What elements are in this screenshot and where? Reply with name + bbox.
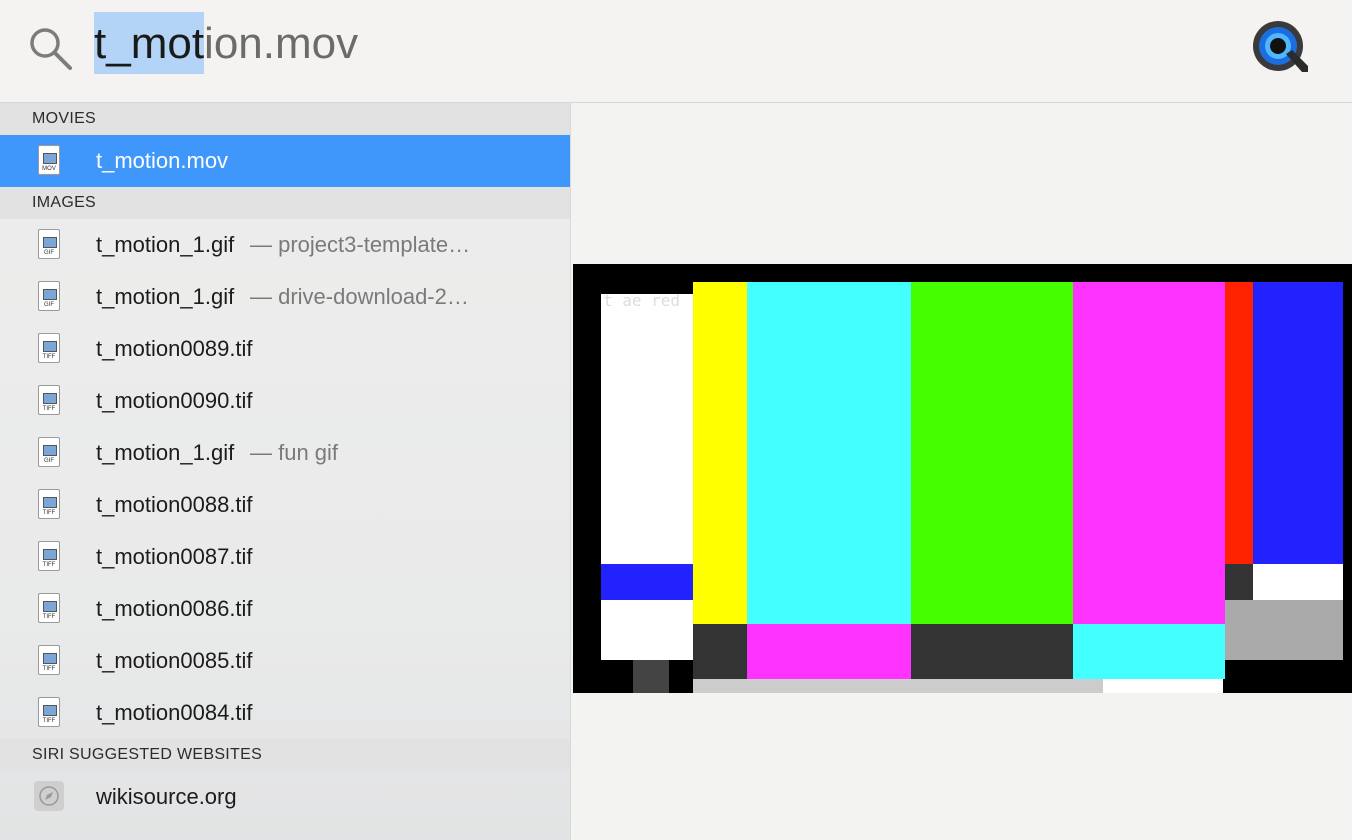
color-bar xyxy=(1225,282,1253,564)
result-row[interactable]: TIFF t_motion0090.tif xyxy=(0,375,570,427)
file-icon: TIFF xyxy=(34,645,64,679)
color-bar xyxy=(911,282,1073,624)
section-title: MOVIES xyxy=(32,110,97,127)
result-row[interactable]: TIFF t_motion0089.tif xyxy=(0,323,570,375)
result-row[interactable]: GIF t_motion_1.gif — fun gif xyxy=(0,427,570,479)
file-icon: TIFF xyxy=(34,593,64,627)
result-name: t_motion0087.tif xyxy=(96,544,253,569)
result-row[interactable]: TIFF t_motion0084.tif xyxy=(0,687,570,739)
result-row[interactable]: TIFF t_motion0085.tif xyxy=(0,635,570,687)
result-name: t_motion0088.tif xyxy=(96,492,253,517)
color-bar xyxy=(1253,282,1343,564)
spotlight-search-bar: t_motion.mov xyxy=(0,0,1352,103)
section-title: SIRI SUGGESTED WEBSITES xyxy=(32,746,263,763)
compass-icon xyxy=(34,781,64,815)
search-icon xyxy=(30,28,72,70)
file-icon: GIF xyxy=(34,437,64,471)
search-query-remainder: ion.mov xyxy=(204,19,359,68)
file-icon: TIFF xyxy=(34,541,64,575)
result-name: t_motion_1.gif xyxy=(96,440,235,465)
file-icon: TIFF xyxy=(34,333,64,367)
file-icon: GIF xyxy=(34,281,64,315)
file-icon: MOV xyxy=(34,145,64,179)
result-name: t_motion0084.tif xyxy=(96,700,253,725)
result-name: t_motion0090.tif xyxy=(96,388,253,413)
file-icon: GIF xyxy=(34,229,64,263)
file-icon: TIFF xyxy=(34,489,64,523)
color-bar xyxy=(693,282,747,624)
result-name: t_motion0085.tif xyxy=(96,648,253,673)
file-icon: TIFF xyxy=(34,697,64,731)
section-header-movies: MOVIES xyxy=(0,103,570,135)
color-bar xyxy=(601,294,693,564)
result-row[interactable]: GIF t_motion_1.gif — drive-download-2… xyxy=(0,271,570,323)
file-icon: TIFF xyxy=(34,385,64,419)
color-bar xyxy=(747,282,911,624)
search-input[interactable]: t_motion.mov xyxy=(94,12,358,76)
result-location: — drive-download-2… xyxy=(250,284,469,309)
result-name: t_motion_1.gif xyxy=(96,232,235,257)
section-header-images: IMAGES xyxy=(0,187,570,219)
result-name: t_motion0086.tif xyxy=(96,596,253,621)
result-row[interactable]: GIF t_motion_1.gif — project3-template… xyxy=(0,219,570,271)
color-bar xyxy=(1073,282,1225,624)
section-header-siri-websites: SIRI SUGGESTED WEBSITES xyxy=(0,739,570,771)
website-name: wikisource.org xyxy=(96,784,237,809)
result-row[interactable]: TIFF t_motion0087.tif xyxy=(0,531,570,583)
website-row[interactable]: wikisource.org xyxy=(0,771,570,823)
result-name: t_motion_1.gif xyxy=(96,284,235,309)
section-title: IMAGES xyxy=(32,194,97,211)
preview-pane: t ae red xyxy=(571,103,1352,840)
preview-overlay-text: t ae red xyxy=(603,291,680,310)
quicktime-icon xyxy=(1253,21,1308,72)
result-location: — fun gif xyxy=(250,440,339,465)
preview-image: t ae red xyxy=(573,264,1352,693)
result-location: — project3-template… xyxy=(250,232,471,257)
result-row[interactable]: TIFF t_motion0086.tif xyxy=(0,583,570,635)
result-name: t_motion.mov xyxy=(96,148,229,173)
result-row[interactable]: MOV t_motion.mov xyxy=(0,135,570,187)
search-query-selection: t_mot xyxy=(94,12,205,74)
result-name: t_motion0089.tif xyxy=(96,336,253,361)
result-row[interactable]: TIFF t_motion0088.tif xyxy=(0,479,570,531)
results-list: MOVIES MOV t_motion.mov IMAGES GIF t_motio… xyxy=(0,103,571,840)
